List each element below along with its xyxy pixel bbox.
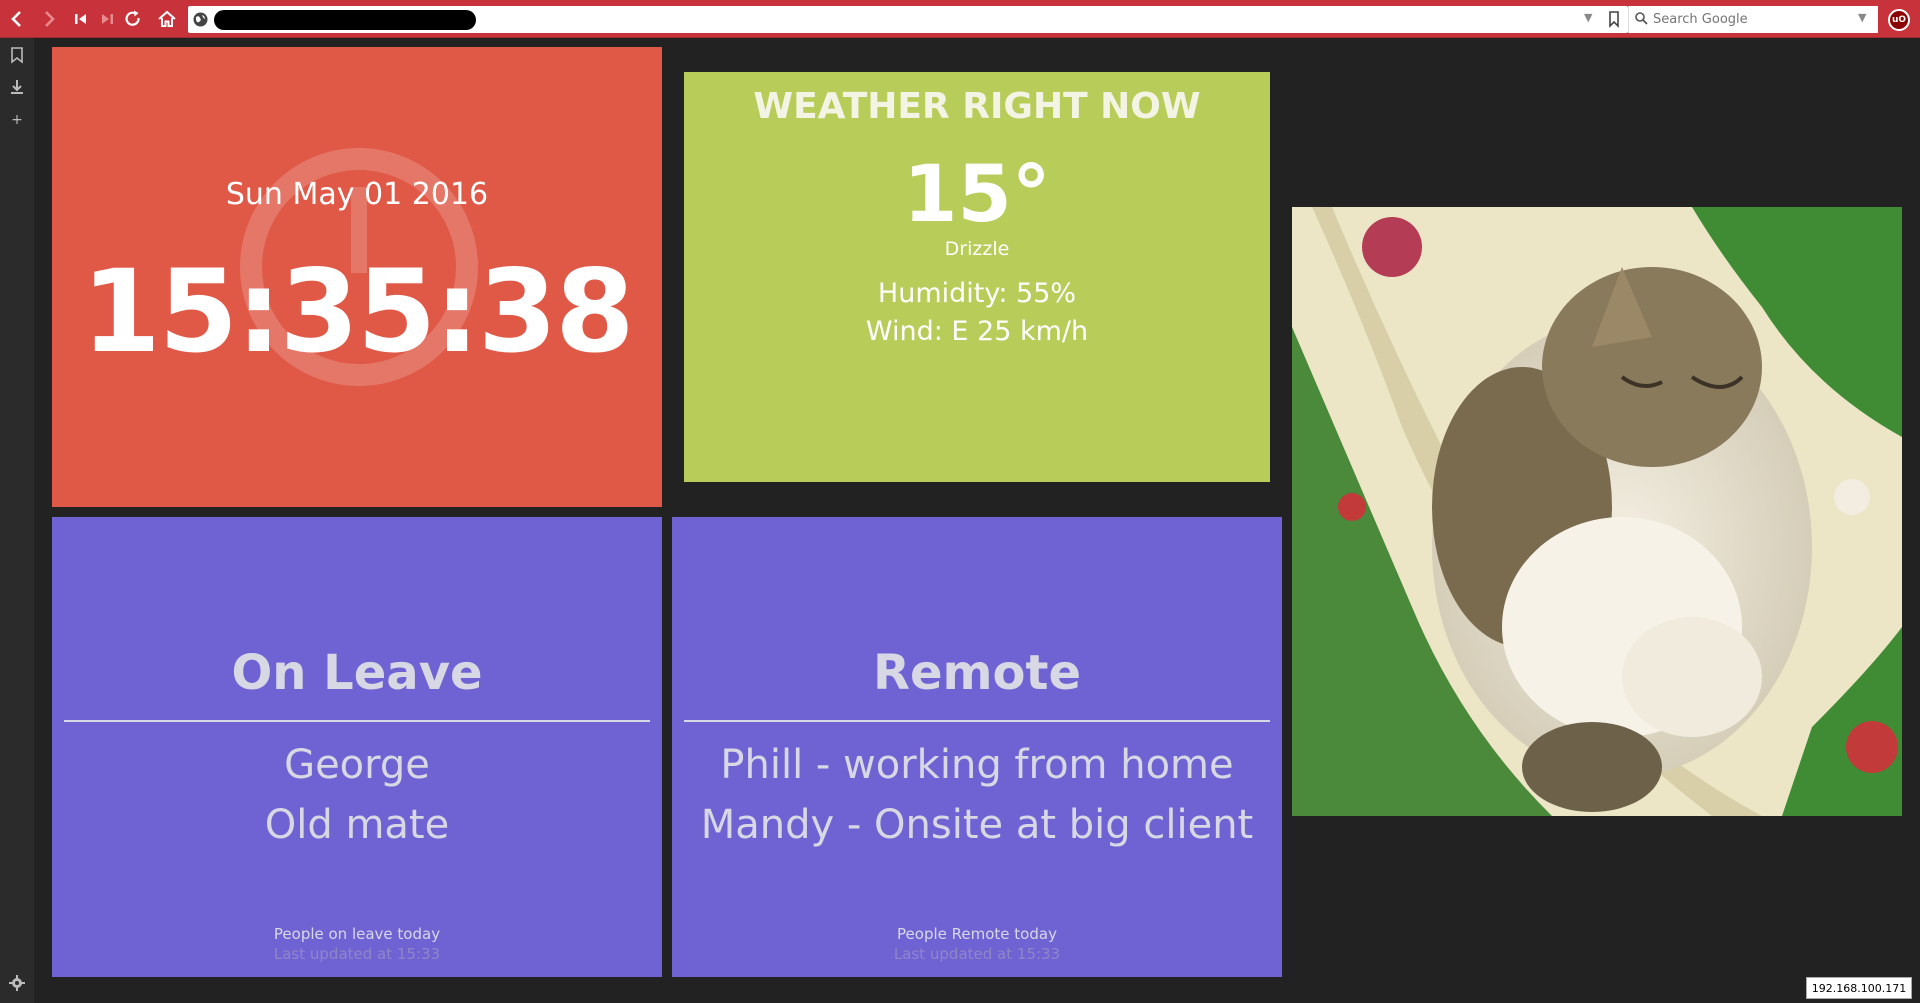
weather-title: WEATHER RIGHT NOW <box>753 86 1201 127</box>
search-bar[interactable]: ▼ <box>1628 6 1878 33</box>
settings-gear-icon[interactable] <box>8 974 26 992</box>
add-panel-icon[interactable]: + <box>8 112 26 130</box>
search-engine-dropdown-icon[interactable]: ▼ <box>1858 11 1872 27</box>
on-leave-title: On Leave <box>231 645 483 701</box>
remote-list: Phill - working from home Mandy - Onsite… <box>672 735 1282 855</box>
reload-icon <box>125 10 140 26</box>
list-item: Mandy - Onsite at big client <box>700 802 1254 848</box>
on-leave-updated: Last updated at 15:33 <box>273 945 441 963</box>
remote-title: Remote <box>872 645 1081 701</box>
fast-forward-icon <box>102 14 113 24</box>
on-leave-list: George Old mate <box>52 735 662 855</box>
redacted-url <box>214 10 476 30</box>
status-ip: 192.168.100.171 <box>1806 977 1912 999</box>
divider <box>64 720 650 722</box>
search-icon <box>1635 12 1648 25</box>
weather-condition: Drizzle <box>944 238 1010 260</box>
list-item: Phill - working from home <box>720 742 1234 788</box>
globe-icon <box>193 12 208 27</box>
clock-date: Sun May 01 2016 <box>225 177 489 212</box>
shield-icon: uO <box>1888 8 1910 31</box>
divider <box>684 720 1270 722</box>
kitten-image <box>1292 207 1902 816</box>
reload-button[interactable] <box>120 6 146 32</box>
on-leave-panel: On Leave George Old mate People on leave… <box>52 517 662 977</box>
remote-subtitle: People Remote today <box>897 925 1057 943</box>
clock-tile: Sun May 01 2016 15:35:38 <box>52 47 662 507</box>
downloads-icon[interactable] <box>8 78 26 96</box>
weather-wind: Wind: E 25 km/h <box>865 316 1089 347</box>
weather-temperature: 15° <box>903 150 1051 240</box>
back-arrow-icon <box>11 11 21 27</box>
browser-sidebar: + <box>0 38 34 1003</box>
home-icon <box>158 10 176 27</box>
browser-toolbar: ▼ ▼ uO <box>0 0 1920 38</box>
fast-forward-button[interactable] <box>94 6 120 32</box>
home-button[interactable] <box>154 6 180 32</box>
rewind-button[interactable] <box>68 6 94 32</box>
forward-button[interactable] <box>36 6 62 32</box>
on-leave-subtitle: People on leave today <box>273 925 441 943</box>
forward-arrow-icon <box>45 11 55 27</box>
weather-tile: WEATHER RIGHT NOW 15° Drizzle Humidity: … <box>684 72 1270 482</box>
remote-updated: Last updated at 15:33 <box>893 945 1061 963</box>
bookmarks-icon[interactable] <box>8 46 26 64</box>
clock-time: 15:35:38 <box>81 245 634 378</box>
kitten-photo <box>1292 207 1902 816</box>
weather-humidity: Humidity: 55% <box>877 278 1077 309</box>
list-item: George <box>284 742 430 788</box>
back-button[interactable] <box>4 6 30 32</box>
ublock-extension-button[interactable]: uO <box>1884 6 1914 33</box>
url-dropdown-icon[interactable]: ▼ <box>1584 11 1598 27</box>
rewind-icon <box>75 14 86 24</box>
address-bar[interactable]: ▼ <box>188 6 1628 33</box>
search-input[interactable] <box>1653 9 1843 29</box>
list-item: Old mate <box>264 802 450 848</box>
remote-panel: Remote Phill - working from home Mandy -… <box>672 517 1282 977</box>
bookmark-icon[interactable] <box>1606 10 1622 28</box>
